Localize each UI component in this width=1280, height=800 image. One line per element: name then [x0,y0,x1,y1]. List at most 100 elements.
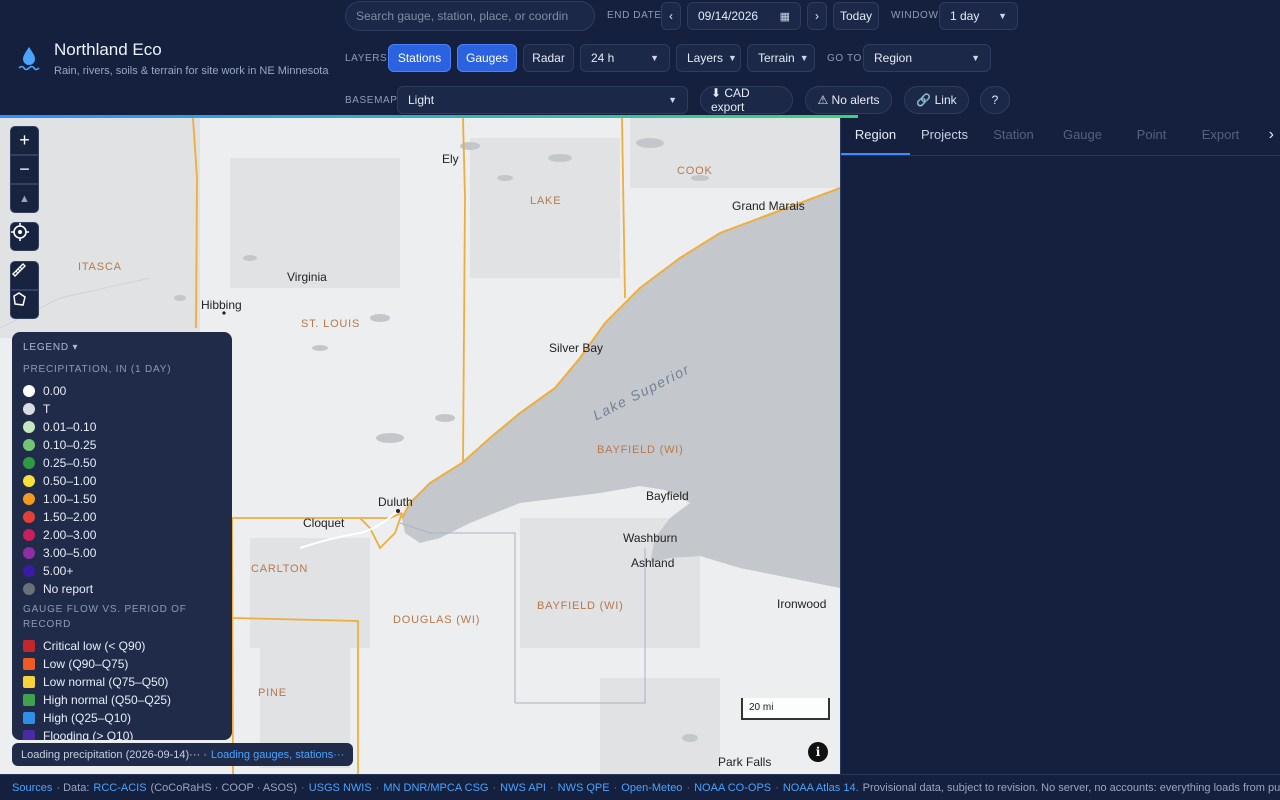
goto-label: GO TO [827,53,862,64]
precip-legend-item: 1.00–1.50 [23,490,221,508]
caret-down-icon: ▼ [799,53,809,63]
precip-legend-label: 2.00–3.00 [43,528,97,542]
cad-export-button[interactable]: ⬇ CAD export [700,86,793,114]
precip-legend-label: No report [43,582,94,596]
tab-station: Station [993,127,1034,142]
county-pine: PINE [258,687,287,699]
city-dots [222,311,400,513]
loading-gauges-text: Loading gauges, stations··· [210,748,345,761]
sources-link[interactable]: Sources [12,782,52,794]
provisional-note: Provisional data, subject to revision. N… [862,781,1280,794]
goto-select[interactable]: Region ▼ [863,44,991,72]
precip-legend-item: 0.00 [23,382,221,400]
place-silver-bay: Silver Bay [549,341,604,355]
link-button[interactable]: 🔗 Link [904,86,969,114]
polygon-icon [13,292,26,306]
panel-tabs: Region Projects Station Gauge Point Export [841,118,1280,156]
usgs-link[interactable]: USGS NWIS [309,782,372,794]
precip-legend-label: T [43,402,51,416]
place-duluth: Duluth [378,495,413,509]
end-date-value: 09/14/2026 [698,9,759,23]
app: Northland Eco Rain, rivers, soils & terr… [0,0,1280,800]
gauges-toggle[interactable]: Gauges [457,44,517,72]
separator: · [775,781,779,794]
next-date-button[interactable]: › [807,2,827,30]
separator: · [375,781,380,794]
chevron-down-icon: ▼ [668,95,677,105]
terrain-menu-label: Terrain [758,51,795,65]
legend-toggle[interactable]: LEGEND ▾ [23,342,221,353]
help-button[interactable]: ? [980,86,1010,114]
search-placeholder: Search gauge, station, place, or coordin… [356,9,568,23]
basemap-select[interactable]: Light ▼ [397,86,688,114]
crosshair-icon [11,223,29,241]
layers-menu-label: Layers [687,51,724,65]
stations-toggle[interactable]: Stations [388,44,451,72]
precip-legend-swatch [23,475,35,487]
separator: · [613,781,618,794]
window-value: 1 day [950,9,980,23]
today-button[interactable]: Today [833,2,879,30]
precip-legend-swatch [23,493,35,505]
flow-legend-swatch [23,640,35,652]
flow-legend-item: High normal (Q50–Q25) [23,691,221,709]
top-bar: Northland Eco Rain, rivers, soils & terr… [0,0,1280,118]
place-ashland: Ashland [631,556,675,570]
map-canvas[interactable]: Ely Grand Marais Virginia Hibbing Silver… [0,118,840,774]
alerts-button[interactable]: ⚠ No alerts [805,86,892,114]
precip-legend-label: 1.50–2.00 [43,510,97,524]
layers-label: LAYERS [345,53,388,64]
loading-status: Loading precipitation (2026-09-14)··· · … [12,743,354,766]
rcc-acis-link[interactable]: RCC-ACIS [93,782,146,794]
layers-menu-button[interactable]: Layers ▼ [676,44,741,72]
place-hibbing: Hibbing [201,298,242,312]
tab-projects[interactable]: Projects [910,118,979,155]
flow-legend-swatch [23,676,35,688]
nws-api-link[interactable]: NWS API [500,782,546,794]
zoom-in-button[interactable]: + [10,126,39,155]
precip-legend-swatch [23,529,35,541]
separator: · [686,781,691,794]
end-date-field[interactable]: 09/14/2026 ▦ [687,2,801,30]
precip-legend-swatch [23,421,35,433]
precip-legend-swatch [23,565,35,577]
precip-legend-item: 2.00–3.00 [23,526,221,544]
nws-qpe-link[interactable]: NWS QPE [558,782,610,794]
prev-date-button[interactable]: ‹ [661,2,681,30]
info-icon[interactable]: i [808,742,828,762]
mndnr-link[interactable]: MN DNR/MPCA CSG [383,782,488,794]
terrain-menu-button[interactable]: Terrain ▼ [747,44,815,72]
tabs-scroll-right-button[interactable]: › [1269,126,1274,144]
draw-polygon-button[interactable] [10,290,39,319]
compass-button[interactable]: ▲ [10,184,39,213]
noaa-atlas-link[interactable]: NOAA Atlas 14. [783,782,859,794]
flow-legend-swatch [23,730,35,740]
precip-legend-label: 0.10–0.25 [43,438,97,452]
measure-button[interactable] [10,261,39,290]
window-select[interactable]: 1 day ▼ [939,2,1018,30]
county-bayfield-south: BAYFIELD (WI) [537,600,624,612]
tab-region[interactable]: Region [841,118,910,155]
precip-legend-label: 3.00–5.00 [43,546,97,560]
calendar-icon: ▦ [779,10,790,23]
locate-button[interactable] [10,222,39,251]
period-value: 24 h [591,51,615,65]
radar-toggle[interactable]: Radar [523,44,574,72]
flow-legend-label: Flooding (> Q10) [43,729,134,740]
open-meteo-link[interactable]: Open-Meteo [621,782,682,794]
period-select[interactable]: 24 h ▼ [580,44,670,72]
chevron-down-icon: ▼ [971,53,980,63]
place-park-falls: Park Falls [718,755,772,769]
flow-legend-label: Low normal (Q75–Q50) [43,675,169,689]
app-subtitle: Rain, rivers, soils & terrain for site w… [54,65,329,77]
flow-legend-title: GAUGE FLOW VS. PERIOD OF RECORD [23,604,187,630]
search-input[interactable]: Search gauge, station, place, or coordin… [345,1,595,31]
flow-legend-item: Critical low (< Q90) [23,637,221,655]
precip-legend-item: T [23,400,221,418]
tab-point: Point [1136,127,1167,142]
flow-legend-label: Low (Q90–Q75) [43,657,129,671]
noaa-coops-link[interactable]: NOAA CO-OPS [694,782,771,794]
precip-legend-swatch [23,403,35,415]
zoom-out-button[interactable]: − [10,155,39,184]
end-date-label: END DATE [607,10,662,21]
